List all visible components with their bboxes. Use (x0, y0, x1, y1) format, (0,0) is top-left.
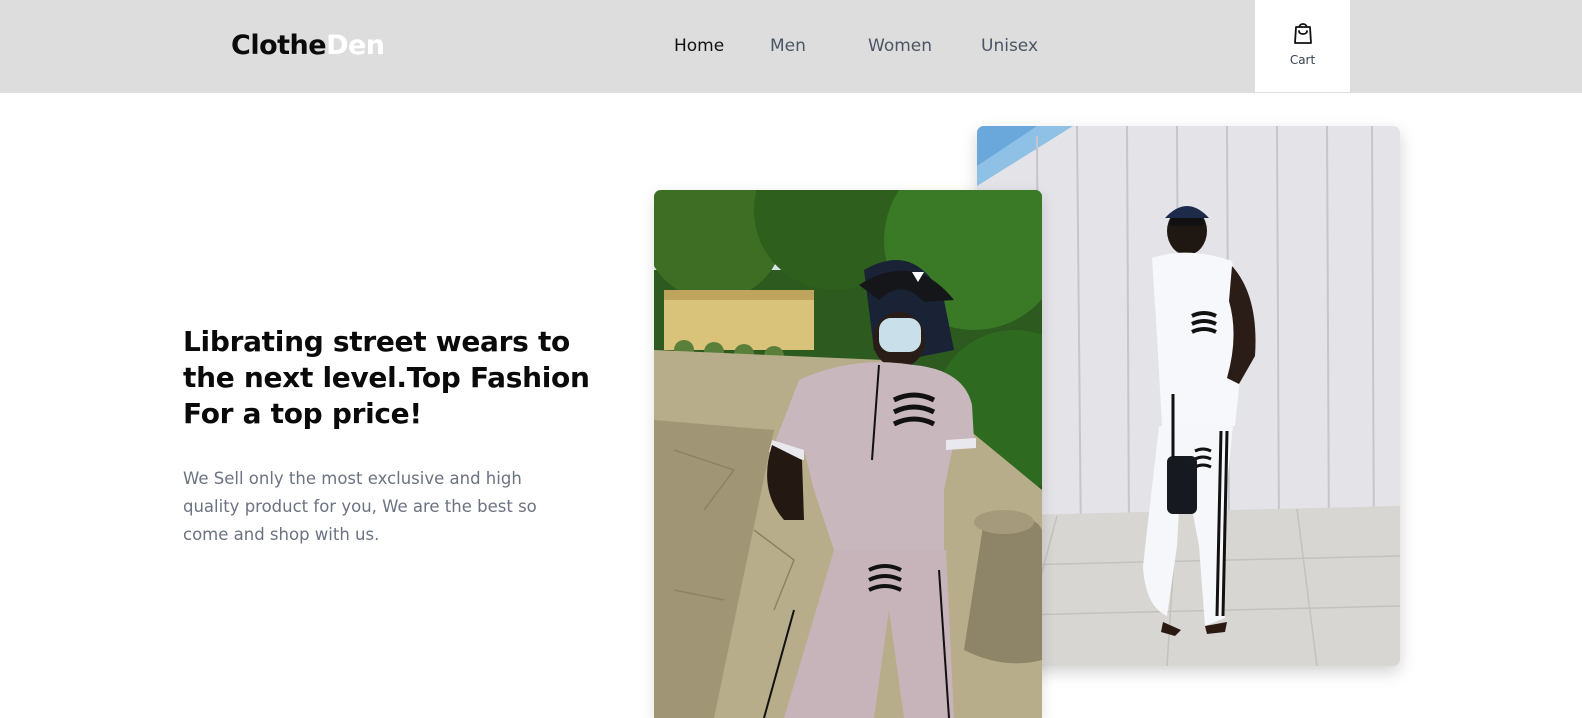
logo-text-accent: Den (326, 30, 385, 61)
nav-link-women[interactable]: Women (868, 33, 932, 59)
logo-text-primary: Clothe (231, 30, 327, 61)
brand-logo[interactable]: ClotheDen (231, 29, 385, 63)
cart-button[interactable]: Cart (1255, 0, 1350, 92)
hero-title: Librating street wears to the next level… (183, 325, 590, 430)
nav-link-unisex[interactable]: Unisex (981, 33, 1038, 59)
product-photo-garden (654, 190, 1042, 718)
site-header: ClotheDen Home Men Women Unisex Cart (0, 0, 1582, 93)
cart-label: Cart (1289, 53, 1316, 67)
nav-link-men[interactable]: Men (770, 33, 806, 59)
nav-link-home[interactable]: Home (674, 33, 724, 59)
hero-description: We Sell only the most exclusive and high… (183, 469, 537, 544)
shopping-bag-icon (1294, 23, 1312, 44)
